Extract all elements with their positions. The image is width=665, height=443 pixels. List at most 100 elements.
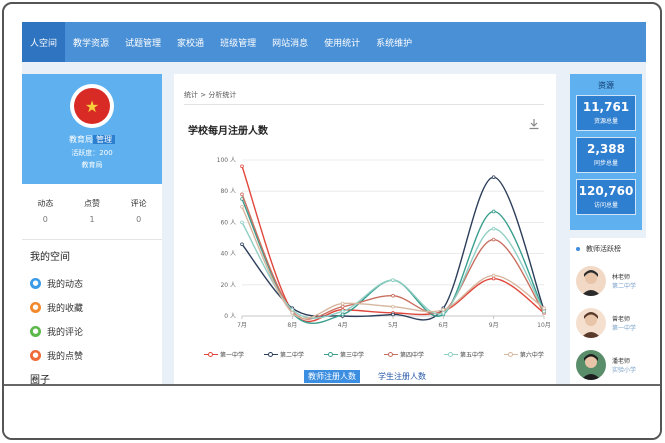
nav-item[interactable]: 网站消息 bbox=[264, 22, 316, 62]
teacher-item[interactable]: 曾老师 第一中学 bbox=[576, 302, 646, 344]
x-tick-label: 9月 bbox=[489, 322, 499, 329]
breadcrumb: 统计 > 分析统计 bbox=[184, 91, 237, 99]
nav-item[interactable]: 人空间 bbox=[22, 22, 66, 62]
teacher-name: 林老师 bbox=[612, 274, 631, 281]
my-space-menu: ● 我的动态 ● 我的收藏 ● 我的评论 ● 我的点赞 bbox=[30, 271, 162, 367]
series-line bbox=[241, 222, 545, 319]
data-point bbox=[240, 220, 244, 225]
y-tick-label: 20 人 bbox=[220, 282, 236, 289]
teacher-ranking-title: 教师活跃榜 bbox=[576, 244, 646, 254]
my-space-menu-item[interactable]: ● 我的点赞 bbox=[30, 343, 162, 367]
legend-label: 第五中学 bbox=[459, 352, 484, 359]
data-point bbox=[340, 301, 345, 306]
screen: 人空间 教学资源 试题管理 家校通 班级管理 网站消息 使用统计 系统维护 ★ 教育局 管理 活… bbox=[22, 22, 646, 384]
nav-item[interactable]: 家校通 bbox=[169, 22, 212, 62]
legend-item[interactable]: 第一中学 bbox=[204, 350, 244, 359]
y-tick-label: 0 人 bbox=[224, 313, 236, 320]
stat-label: 评论 bbox=[130, 199, 147, 208]
nav-item[interactable]: 班级管理 bbox=[212, 22, 264, 62]
avatar bbox=[576, 266, 606, 296]
teacher-name: 潘老师 bbox=[612, 358, 631, 365]
legend-swatch bbox=[503, 351, 518, 358]
profile-stats: 动态 0 点赞 1 评论 0 bbox=[22, 184, 162, 240]
teacher-school: 实验小学 bbox=[612, 367, 637, 374]
nav-item[interactable]: 系统维护 bbox=[368, 22, 420, 62]
monitor-frame: 人空间 教学资源 试题管理 家校通 班级管理 网站消息 使用统计 系统维护 ★ 教育局 管理 活… bbox=[2, 2, 662, 440]
data-point bbox=[290, 307, 295, 312]
legend-swatch bbox=[323, 351, 338, 358]
my-space-menu-item[interactable]: ● 我的收藏 bbox=[30, 295, 162, 319]
stat-likes[interactable]: 点赞 1 bbox=[84, 198, 100, 239]
my-space-title: 我的空间 bbox=[30, 252, 70, 263]
avatar bbox=[576, 350, 606, 380]
data-point bbox=[491, 175, 496, 179]
x-tick-label: 7月 bbox=[237, 322, 247, 329]
series-line bbox=[241, 166, 545, 323]
teacher-school: 第一中学 bbox=[612, 325, 637, 332]
data-point bbox=[340, 312, 345, 317]
chart-tabs: 教师注册人数 学生注册人数 bbox=[304, 370, 430, 383]
legend-label: 第一中学 bbox=[220, 352, 245, 359]
x-tick-label: 6月 bbox=[438, 322, 448, 329]
y-tick-label: 100 人 bbox=[217, 157, 236, 164]
resource-value: 2,388 bbox=[587, 142, 625, 156]
stat-comments[interactable]: 评论 0 bbox=[131, 198, 147, 239]
nav-item[interactable]: 试题管理 bbox=[117, 22, 169, 62]
nav-item[interactable]: 使用统计 bbox=[316, 22, 368, 62]
star-icon: ★ bbox=[74, 88, 110, 124]
circle-title: 圈子 bbox=[30, 375, 50, 384]
data-point bbox=[391, 293, 395, 298]
stat-value: 1 bbox=[89, 215, 95, 224]
legend-item[interactable]: 第五中学 bbox=[443, 350, 484, 359]
series-line bbox=[241, 176, 545, 321]
stat-value: 0 bbox=[42, 215, 48, 224]
data-point bbox=[240, 242, 244, 247]
teacher-item[interactable]: 林老师 第二中学 bbox=[576, 260, 646, 302]
legend-swatch bbox=[204, 351, 218, 358]
y-tick-label: 40 人 bbox=[220, 251, 236, 258]
data-point bbox=[391, 278, 395, 282]
teacher-ranking-panel: 教师活跃榜 林老师 第二中学 曾老师 第一中学潘老师实验小学 bbox=[570, 238, 646, 384]
resource-label: 访问总量 bbox=[593, 202, 618, 209]
menu-item-label: 我的动态 bbox=[47, 279, 84, 290]
download-icon[interactable] bbox=[528, 118, 540, 130]
stat-label: 点赞 bbox=[83, 199, 100, 208]
legend-item[interactable]: 第六中学 bbox=[503, 350, 544, 359]
legend-swatch bbox=[263, 351, 278, 358]
legend-item[interactable]: 第四中学 bbox=[383, 350, 424, 359]
data-point bbox=[542, 309, 546, 314]
x-tick-label: 10月 bbox=[537, 322, 551, 329]
my-space-menu-item[interactable]: ● 我的评论 bbox=[30, 319, 162, 343]
top-nav: 人空间 教学资源 试题管理 家校通 班级管理 网站消息 使用统计 系统维护 bbox=[22, 22, 646, 62]
teacher-item[interactable]: 潘老师 实验小学 bbox=[576, 344, 646, 384]
left-column: ★ 教育局 管理 活跃度：200 教育局 动态 0 点赞 1 评论 0 我的空间… bbox=[22, 74, 162, 384]
data-point bbox=[491, 276, 496, 281]
emblem-logo: ★ bbox=[70, 84, 114, 128]
teacher-list: 林老师 第二中学 曾老师 第一中学潘老师实验小学 bbox=[576, 260, 646, 384]
resource-boxes: 11,761 资源总量 2,388 同步总量 120,760 访问总量 bbox=[576, 95, 636, 215]
chart-tab[interactable]: 学生注册人数 bbox=[374, 370, 430, 383]
chart-legend: 第一中学 第二中学 第三中学 第四中学 第五中学 第六中学 bbox=[204, 350, 544, 359]
stat-posts[interactable]: 动态 0 bbox=[37, 198, 53, 239]
nav-item[interactable]: 教学资源 bbox=[65, 22, 117, 62]
profile-activity: 活跃度：200 bbox=[71, 149, 113, 157]
profile-card: ★ 教育局 管理 活跃度：200 教育局 bbox=[22, 74, 162, 184]
registration-line-chart: 0 人 20 人 40 人 60 人 80 人 100 人 7月 8月 4月 5月 6月 9月 10月 bbox=[217, 157, 551, 329]
breadcrumb-divider bbox=[184, 104, 544, 105]
data-point bbox=[491, 237, 496, 242]
chart-tab[interactable]: 教师注册人数 bbox=[304, 370, 360, 383]
legend-item[interactable]: 第三中学 bbox=[323, 350, 364, 359]
circle-icon: ● bbox=[30, 277, 41, 289]
data-point bbox=[391, 304, 395, 309]
resource-value: 11,761 bbox=[582, 100, 630, 114]
my-space-menu-item[interactable]: ● 我的动态 bbox=[30, 271, 162, 295]
resource-stat-box: 120,760 访问总量 bbox=[576, 179, 636, 215]
teacher-ranking-title-text: 教师活跃榜 bbox=[586, 245, 621, 253]
legend-item[interactable]: 第二中学 bbox=[263, 350, 304, 359]
profile-org: 教育局 bbox=[81, 161, 103, 169]
bullet-icon bbox=[576, 247, 580, 251]
resource-stat-box: 11,761 资源总量 bbox=[576, 95, 636, 131]
resource-label: 资源总量 bbox=[593, 118, 618, 125]
profile-name-text: 教育局 bbox=[69, 135, 93, 144]
data-point bbox=[340, 309, 345, 314]
